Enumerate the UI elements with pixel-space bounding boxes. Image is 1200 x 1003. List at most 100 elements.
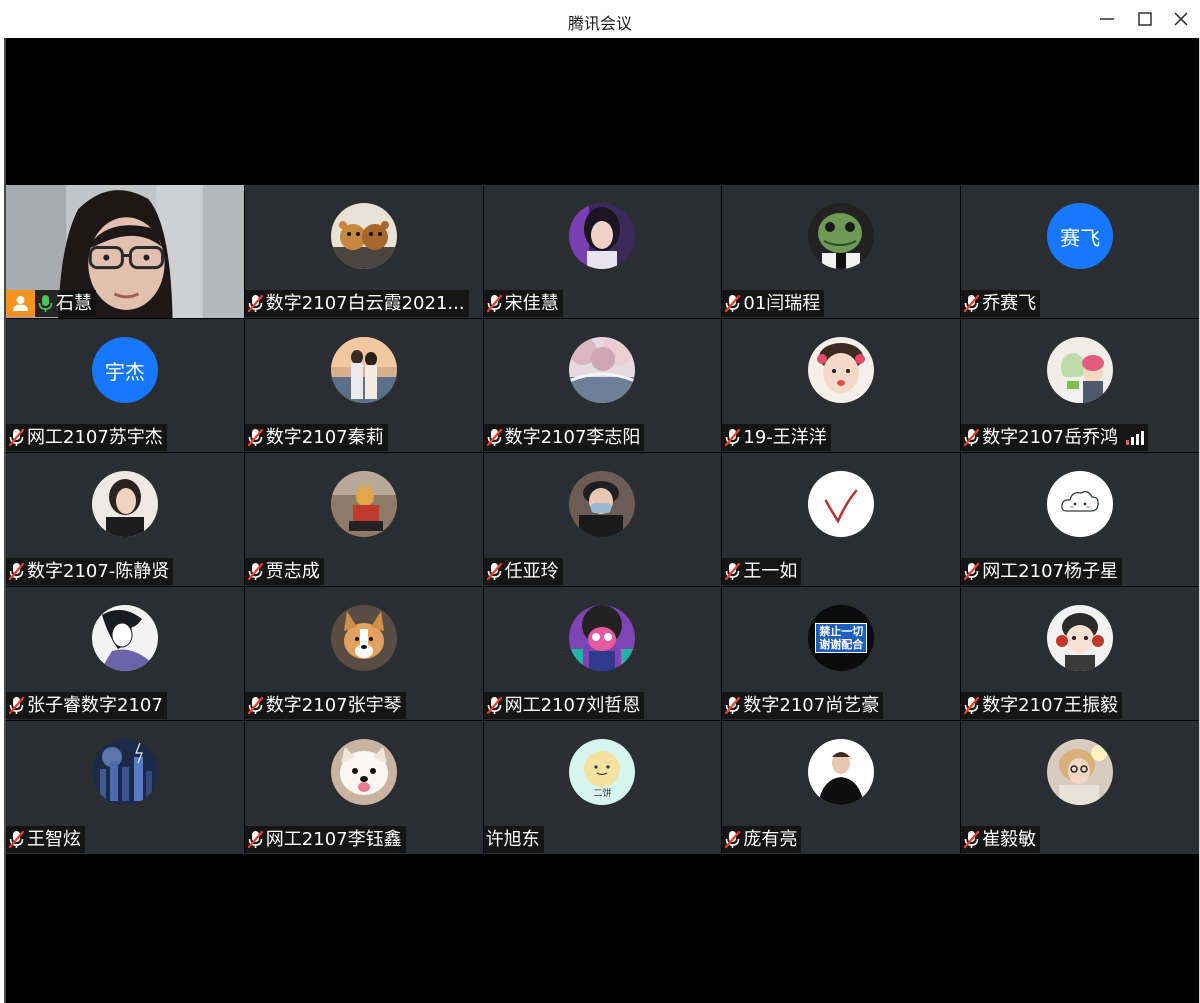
avatar: 二饼 — [569, 739, 636, 805]
participant-tile[interactable]: 宇杰网工2107苏宇杰 — [6, 319, 244, 452]
mic-muted-icon — [247, 696, 263, 715]
participant-tile[interactable]: 数字2107秦莉 — [244, 319, 483, 452]
avatar — [330, 337, 397, 403]
participant-name: 网工2107杨子星 — [982, 561, 1118, 582]
participant-tile[interactable]: 张子睿数字2107 — [6, 587, 244, 720]
participant-name: 数字2107张宇琴 — [265, 695, 402, 716]
participant-name: 庞有亮 — [743, 829, 798, 850]
participant-name: 许旭东 — [485, 829, 540, 850]
avatar — [330, 471, 397, 537]
participant-label: 数字2107-陈静贤 — [6, 558, 174, 585]
minimize-icon — [1100, 18, 1114, 20]
mic-muted-icon — [725, 562, 741, 581]
participant-tile[interactable]: 赛飞乔赛飞 — [961, 185, 1199, 318]
avatar-initials: 宇杰 — [104, 359, 145, 384]
participant-name: 网工2107苏宇杰 — [27, 427, 163, 448]
participant-name: 01闫瑞程 — [743, 293, 821, 314]
minimize-button[interactable] — [1088, 4, 1124, 34]
avatar — [1047, 471, 1114, 537]
close-button[interactable] — [1162, 4, 1198, 34]
participant-label: 01闫瑞程 — [722, 290, 825, 317]
participant-tile[interactable]: 宋佳慧 — [483, 185, 722, 318]
participant-label: 乔赛飞 — [961, 290, 1041, 317]
participant-label: 数字2107李志阳 — [483, 424, 645, 451]
participant-name: 数字2107王振毅 — [982, 695, 1118, 716]
avatar — [330, 203, 397, 269]
mic-muted-icon — [725, 294, 741, 313]
participant-tile[interactable]: 庞有亮 — [722, 721, 961, 854]
avatar — [330, 605, 397, 671]
participant-tile[interactable]: 贾志成 — [244, 453, 483, 586]
participant-label: 数字2107白云霞2021... — [244, 290, 469, 317]
title-bar: 腾讯会议 — [0, 0, 1200, 38]
participant-label: 19-王洋洋 — [722, 424, 831, 451]
participant-label: 王一如 — [722, 558, 802, 585]
participant-name: 网工2107刘哲恩 — [504, 695, 641, 716]
participant-tile[interactable]: 网工2107杨子星 — [961, 453, 1199, 586]
participant-tile[interactable]: 石慧 — [6, 185, 244, 318]
mic-muted-icon — [486, 696, 502, 715]
avatar — [91, 471, 158, 537]
participant-name: 乔赛飞 — [982, 293, 1037, 314]
participant-tile[interactable]: 禁止一切 谢谢配合数字2107尚艺豪 — [722, 587, 961, 720]
mic-muted-icon — [964, 428, 980, 447]
participant-tile[interactable]: 网工2107刘哲恩 — [483, 587, 722, 720]
host-icon — [6, 290, 35, 317]
participant-name: 张子睿数字2107 — [27, 695, 163, 716]
participant-tile[interactable]: 数字2107王振毅 — [961, 587, 1199, 720]
participant-label: 张子睿数字2107 — [6, 692, 167, 719]
participant-tile[interactable]: 数字2107岳乔鸿 — [961, 319, 1199, 452]
participant-label: 石慧 — [6, 290, 96, 317]
avatar: 宇杰 — [91, 337, 158, 403]
mic-muted-icon — [8, 562, 25, 581]
mic-muted-icon — [964, 294, 980, 313]
participant-label: 网工2107杨子星 — [961, 558, 1122, 585]
participant-tile[interactable]: 网工2107李钰鑫 — [244, 721, 483, 854]
participant-tile[interactable]: 01闫瑞程 — [722, 185, 961, 318]
participant-tile[interactable]: 任亚玲 — [483, 453, 722, 586]
participant-grid: 石慧 数字2107白云霞2021... 宋佳慧 01闫瑞程 赛飞乔赛飞宇杰网工2107苏… — [6, 185, 1199, 854]
avatar — [808, 471, 875, 537]
avatar — [330, 739, 397, 805]
participant-name: 19-王洋洋 — [743, 427, 827, 448]
participant-label: 数字2107秦莉 — [244, 424, 388, 451]
avatar-sign-text: 禁止一切 — [819, 625, 864, 638]
mic-muted-icon — [8, 696, 25, 715]
participant-label: 数字2107岳乔鸿 — [961, 424, 1148, 451]
mic-muted-icon — [247, 428, 263, 447]
participant-tile[interactable]: 数字2107-陈静贤 — [6, 453, 244, 586]
participant-label: 数字2107王振毅 — [961, 692, 1122, 719]
mic-muted-icon — [486, 562, 502, 581]
mic-muted-icon — [8, 830, 25, 849]
participant-name: 数字2107-陈静贤 — [27, 561, 170, 582]
participant-name: 数字2107岳乔鸿 — [982, 427, 1118, 448]
participant-label: 网工2107李钰鑫 — [244, 826, 406, 853]
participant-tile[interactable]: 数字2107张宇琴 — [244, 587, 483, 720]
avatar-initials: 赛飞 — [1060, 225, 1101, 250]
mic-muted-icon — [964, 830, 980, 849]
participant-tile[interactable]: 崔毅敏 — [961, 721, 1199, 854]
participant-tile[interactable]: 王智炫 — [6, 721, 244, 854]
participant-name: 数字2107白云霞2021... — [265, 293, 465, 314]
avatar-sign-text: 谢谢配合 — [819, 638, 864, 651]
participant-tile[interactable]: 王一如 — [722, 453, 961, 586]
participant-tile[interactable]: 数字2107李志阳 — [483, 319, 722, 452]
avatar — [1047, 605, 1114, 671]
avatar — [569, 605, 636, 671]
avatar — [569, 203, 636, 269]
participant-tile[interactable]: 数字2107白云霞2021... — [244, 185, 483, 318]
mic-on-icon — [38, 295, 53, 312]
mic-muted-icon — [486, 428, 502, 447]
avatar — [1047, 337, 1114, 403]
maximize-button[interactable] — [1126, 4, 1162, 34]
participant-tile[interactable]: 二饼许旭东 — [483, 721, 722, 854]
participant-name: 王一如 — [743, 561, 798, 582]
avatar-caption: 二饼 — [593, 789, 612, 799]
avatar — [91, 605, 158, 671]
participant-name: 石慧 — [56, 293, 92, 314]
participant-tile[interactable]: 19-王洋洋 — [722, 319, 961, 452]
participant-name: 崔毅敏 — [982, 829, 1037, 850]
participant-label: 王智炫 — [6, 826, 85, 853]
participant-name: 数字2107尚艺豪 — [743, 695, 880, 716]
avatar — [808, 739, 875, 805]
